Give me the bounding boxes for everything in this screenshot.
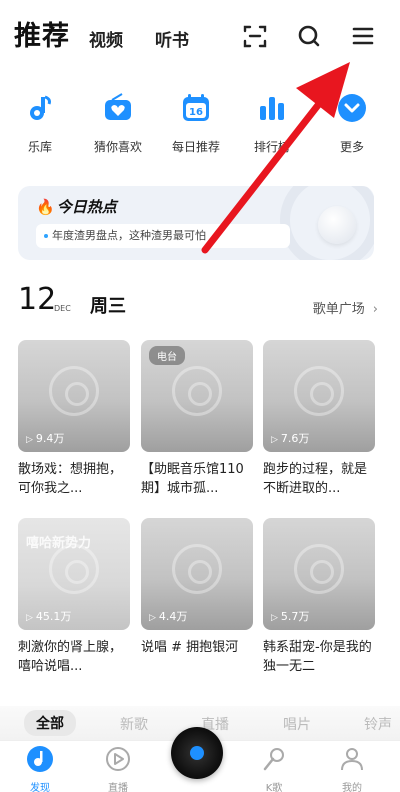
shortcut-charts[interactable]: 排行榜 bbox=[236, 92, 308, 155]
nav-karaoke[interactable]: K歌 bbox=[244, 744, 304, 792]
nav-label: 发现 bbox=[30, 783, 50, 792]
playlist-card[interactable]: 电台 【助眠音乐馆110期】城市孤... bbox=[141, 340, 253, 498]
playlist-title: 韩系甜宠-你是我的独一无二 bbox=[263, 640, 372, 674]
hot-today-title: 🔥 今日热点 bbox=[36, 198, 117, 216]
hot-headline[interactable]: 年度渣男盘点，这种渣男最可怕 bbox=[36, 224, 290, 248]
disc-icon bbox=[172, 544, 222, 594]
category-ringtones[interactable]: 铃声 bbox=[364, 714, 392, 734]
calendar-icon: 16 bbox=[180, 92, 212, 124]
category-new-songs[interactable]: 新歌 bbox=[120, 714, 148, 734]
hot-today-card[interactable]: 🔥 今日热点 年度渣男盘点，这种渣男最可怕 bbox=[18, 186, 374, 260]
playlist-cover: ▷ 9.4万 bbox=[18, 340, 130, 452]
playlist-card[interactable]: ▷ 7.6万 跑步的过程，就是不断进取的... bbox=[263, 340, 375, 498]
shortcut-daily[interactable]: 16 每日推荐 bbox=[160, 92, 232, 155]
chevron-down-icon bbox=[336, 92, 368, 124]
play-count: ▷ 4.4万 bbox=[149, 610, 188, 623]
nav-live[interactable]: 直播 bbox=[88, 744, 148, 792]
nav-discover[interactable]: 发现 bbox=[10, 744, 70, 792]
playlist-title: 散场戏：想拥抱，可你我之... bbox=[18, 462, 123, 496]
play-count: ▷ 7.6万 bbox=[271, 432, 310, 445]
shortcut-label: 乐库 bbox=[27, 140, 52, 154]
music-note-icon bbox=[24, 92, 56, 124]
playlist-cover: 电台 bbox=[141, 340, 253, 452]
search-icon[interactable] bbox=[295, 22, 323, 50]
nav-label: 直播 bbox=[108, 783, 128, 792]
vinyl-player-icon[interactable] bbox=[171, 727, 223, 779]
tab-recommend[interactable]: 推荐 bbox=[14, 14, 70, 53]
fire-icon: 🔥 bbox=[36, 198, 55, 216]
disc-icon bbox=[294, 366, 344, 416]
menu-icon[interactable] bbox=[349, 22, 377, 50]
play-count: ▷ 5.7万 bbox=[271, 610, 310, 623]
nav-label: 我的 bbox=[342, 783, 362, 792]
playlist-plaza-link[interactable]: 歌单广场 › bbox=[313, 298, 378, 317]
shortcut-label: 排行榜 bbox=[253, 140, 290, 154]
scan-icon[interactable] bbox=[241, 22, 269, 50]
playlist-title: 说唱 # 拥抱银河 bbox=[141, 640, 239, 655]
playlist-card[interactable]: ▷ 9.4万 散场戏：想拥抱，可你我之... bbox=[18, 340, 130, 498]
play-icon: ▷ bbox=[271, 613, 278, 623]
music-note-icon bbox=[27, 746, 53, 772]
disc-icon bbox=[49, 544, 99, 594]
date-row: 12 DEC 周三 歌单广场 › bbox=[18, 282, 378, 322]
date-month: DEC bbox=[54, 304, 71, 313]
shortcut-library[interactable]: 乐库 bbox=[4, 92, 76, 155]
tab-audiobook[interactable]: 听书 bbox=[155, 26, 189, 51]
quick-shortcuts: 乐库 猜你喜欢 16 每日推荐 排行榜 更多 bbox=[0, 92, 400, 162]
play-icon: ▷ bbox=[26, 435, 33, 445]
chart-bars-icon bbox=[256, 92, 288, 124]
shortcut-guess-you-like[interactable]: 猜你喜欢 bbox=[82, 92, 154, 155]
nav-mine[interactable]: 我的 bbox=[322, 744, 382, 792]
bottom-nav: 发现 直播 K歌 我的 bbox=[0, 727, 400, 792]
play-icon: ▷ bbox=[149, 613, 156, 623]
playlist-title: 跑步的过程，就是不断进取的... bbox=[263, 462, 368, 496]
shortcut-label: 猜你喜欢 bbox=[93, 140, 142, 154]
playlist-cover: 嘻哈新势力 ▷ 45.1万 bbox=[18, 518, 130, 630]
date-day: 12 bbox=[18, 282, 57, 317]
plaza-label: 歌单广场 bbox=[312, 302, 365, 317]
chevron-right-icon: › bbox=[372, 302, 378, 317]
play-count: ▷ 9.4万 bbox=[26, 432, 65, 445]
radio-badge: 电台 bbox=[149, 346, 185, 365]
date-weekday: 周三 bbox=[90, 296, 126, 317]
shortcut-label: 更多 bbox=[339, 140, 364, 154]
category-albums[interactable]: 唱片 bbox=[283, 714, 311, 734]
playlist-title: 刺激你的肾上腺，嘻哈说唱... bbox=[18, 640, 123, 674]
shortcut-more[interactable]: 更多 bbox=[316, 92, 388, 155]
playlist-card[interactable]: ▷ 4.4万 说唱 # 拥抱银河 bbox=[141, 518, 253, 676]
playlist-title: 【助眠音乐馆110期】城市孤... bbox=[141, 462, 244, 496]
person-icon bbox=[341, 748, 363, 771]
radio-heart-icon bbox=[102, 92, 134, 124]
live-play-icon bbox=[106, 747, 130, 771]
calendar-day: 16 bbox=[189, 107, 203, 118]
disc-icon bbox=[49, 366, 99, 416]
disc-icon bbox=[172, 366, 222, 416]
microphone-icon bbox=[263, 748, 284, 771]
hot-play-circle[interactable] bbox=[318, 206, 356, 244]
playlist-card[interactable]: ▷ 5.7万 韩系甜宠-你是我的独一无二 bbox=[263, 518, 375, 676]
playlist-cover: ▷ 4.4万 bbox=[141, 518, 253, 630]
play-icon: ▷ bbox=[271, 435, 278, 445]
nav-label: K歌 bbox=[265, 783, 283, 792]
playlist-card[interactable]: 嘻哈新势力 ▷ 45.1万 刺激你的肾上腺，嘻哈说唱... bbox=[18, 518, 130, 676]
disc-icon bbox=[294, 544, 344, 594]
playlist-cover: ▷ 7.6万 bbox=[263, 340, 375, 452]
category-all[interactable]: 全部 bbox=[24, 710, 76, 736]
shortcut-label: 每日推荐 bbox=[171, 140, 220, 154]
top-header: 推荐 视频 听书 bbox=[0, 0, 400, 72]
play-count: ▷ 45.1万 bbox=[26, 610, 72, 623]
tab-video[interactable]: 视频 bbox=[89, 26, 123, 51]
playlist-cover: ▷ 5.7万 bbox=[263, 518, 375, 630]
play-icon: ▷ bbox=[26, 613, 33, 623]
